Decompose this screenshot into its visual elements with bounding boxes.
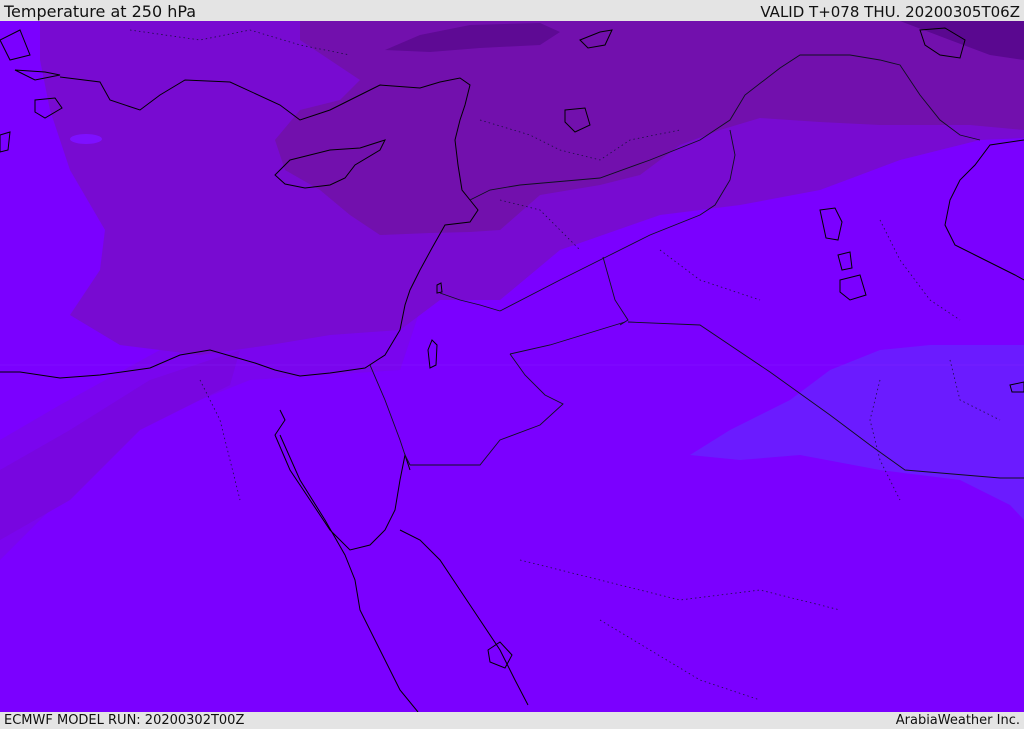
valid-time: VALID T+078 THU. 20200305T06Z [760, 3, 1020, 21]
weather-map [0, 21, 1024, 712]
brand-label: ArabiaWeather Inc. [895, 713, 1020, 728]
header-bar: Temperature at 250 hPa VALID T+078 THU. … [0, 0, 1024, 21]
field-patch-light [70, 134, 102, 144]
footer-bar: ECMWF MODEL RUN: 20200302T00Z ArabiaWeat… [0, 712, 1024, 729]
model-run-label: ECMWF MODEL RUN: 20200302T00Z [4, 713, 245, 728]
map-title: Temperature at 250 hPa [4, 2, 197, 21]
